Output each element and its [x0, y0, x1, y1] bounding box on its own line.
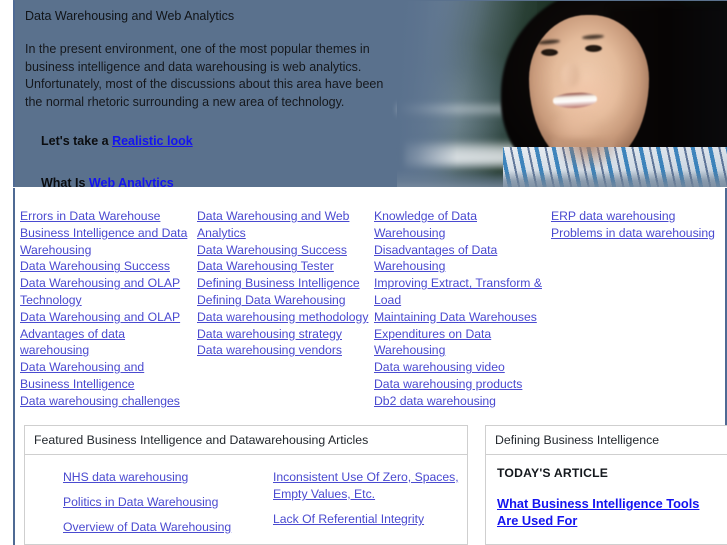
directory-link[interactable]: Expenditures on Data Warehousing: [374, 326, 550, 360]
hero-paragraph: In the present environment, one of the m…: [25, 42, 384, 109]
realistic-look-link[interactable]: Realistic look: [112, 134, 193, 148]
hero-cta-two-prefix: What Is: [41, 176, 89, 187]
directory-link[interactable]: Data warehousing vendors: [197, 342, 372, 359]
hero-cta-one: Let's take a Realistic look: [24, 133, 414, 149]
directory-link[interactable]: Problems in data warehousing: [551, 225, 727, 242]
directory-link[interactable]: Improving Extract, Transform & Load: [374, 275, 550, 309]
featured-panel-heading: Featured Business Intelligence and Dataw…: [25, 426, 467, 455]
featured-article-link[interactable]: Politics in Data Warehousing: [63, 494, 273, 511]
directory-link[interactable]: Knowledge of Data Warehousing: [374, 208, 550, 242]
link-column-1: Errors in Data Warehouse Business Intelli…: [20, 208, 196, 410]
hero-banner: Data Warehousing and Web Analytics In th…: [13, 0, 727, 187]
smiling-woman-photo: [397, 1, 727, 187]
todays-article-kicker: TODAY'S ARTICLE: [497, 466, 609, 480]
featured-article-link[interactable]: Lack Of Referential Integrity: [273, 511, 463, 528]
directory-link[interactable]: Data Warehousing and Web Analytics: [197, 208, 372, 242]
directory-link[interactable]: Db2 data warehousing: [374, 393, 550, 410]
page-root: Data Warehousing and Web Analytics In th…: [0, 0, 727, 545]
link-column-4: ERP data warehousing Problems in data war…: [551, 208, 727, 242]
directory-link[interactable]: Data Warehousing and OLAP Technology: [20, 275, 196, 309]
directory-link[interactable]: Data warehousing methodology: [197, 309, 372, 326]
directory-link[interactable]: Data warehousing products: [374, 376, 550, 393]
featured-links-left: NHS data warehousing Politics in Data War…: [63, 469, 273, 544]
directory-link[interactable]: Defining Business Intelligence: [197, 275, 372, 292]
featured-article-link[interactable]: NHS data warehousing: [63, 469, 273, 486]
hero-title: Data Warehousing and Web Analytics: [25, 9, 235, 23]
hero-cta-one-prefix: Let's take a: [41, 134, 113, 149]
directory-link[interactable]: ERP data warehousing: [551, 208, 727, 225]
directory-link[interactable]: Data Warehousing Tester: [197, 258, 372, 275]
directory-link[interactable]: Data Warehousing and Business Intelligen…: [20, 359, 196, 393]
featured-article-link[interactable]: Inconsistent Use Of Zero, Spaces, Empty …: [273, 469, 463, 503]
featured-articles-panel: Featured Business Intelligence and Dataw…: [24, 425, 468, 545]
directory-link[interactable]: Data warehousing strategy: [197, 326, 372, 343]
hero-cta-two: What Is Web Analytics: [24, 175, 414, 187]
directory-link[interactable]: Disadvantages of Data Warehousing: [374, 242, 550, 276]
defining-bi-panel: Defining Business Intelligence TODAY'S A…: [485, 425, 727, 545]
directory-link[interactable]: Data warehousing video: [374, 359, 550, 376]
directory-link[interactable]: Advantages of data warehousing: [20, 326, 196, 360]
todays-article-link[interactable]: What Business Intelligence Tools Are Use…: [497, 495, 718, 529]
featured-article-link[interactable]: Overview of Data Warehousing: [63, 519, 273, 536]
bottom-panels: Featured Business Intelligence and Dataw…: [13, 413, 727, 545]
defining-panel-heading: Defining Business Intelligence: [486, 426, 727, 455]
directory-link[interactable]: Data Warehousing and OLAP: [20, 309, 196, 326]
directory-link[interactable]: Business Intelligence and Data Warehousi…: [20, 225, 196, 259]
directory-link[interactable]: Data Warehousing Success: [20, 258, 196, 275]
web-analytics-link[interactable]: Web Analytics: [89, 176, 174, 187]
directory-link[interactable]: Data warehousing challenges: [20, 393, 196, 410]
hero-text-block: Data Warehousing and Web Analytics In th…: [24, 5, 414, 187]
featured-links-right: Inconsistent Use Of Zero, Spaces, Empty …: [273, 469, 463, 536]
directory-link[interactable]: Maintaining Data Warehouses: [374, 309, 550, 326]
directory-link[interactable]: Errors in Data Warehouse: [20, 208, 196, 225]
directory-link[interactable]: Defining Data Warehousing: [197, 292, 372, 309]
link-column-2: Data Warehousing and Web Analytics Data W…: [197, 208, 372, 359]
link-column-3: Knowledge of Data Warehousing Disadvantag…: [374, 208, 550, 410]
left-margin: [0, 0, 13, 545]
link-directory: Errors in Data Warehouse Business Intelli…: [13, 188, 727, 413]
directory-link[interactable]: Data Warehousing Success: [197, 242, 372, 259]
